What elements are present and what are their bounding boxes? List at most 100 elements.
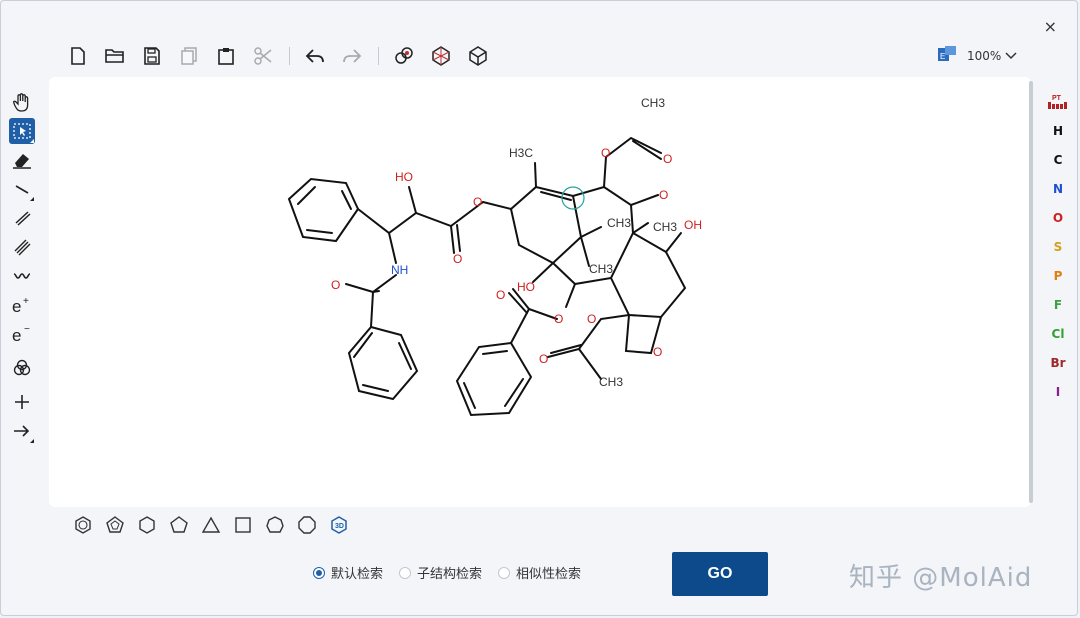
cyclopentane-icon[interactable] <box>167 513 191 537</box>
label-ch3-top: CH3 <box>641 96 665 110</box>
cycloheptane-icon[interactable] <box>263 513 287 537</box>
label-o-8: O <box>496 288 505 302</box>
search-option-default-label: 默认检索 <box>331 567 384 582</box>
label-oh: OH <box>684 218 702 232</box>
new-file-icon[interactable] <box>65 43 91 69</box>
open-folder-icon[interactable] <box>102 43 128 69</box>
left-toolbar: e + e − <box>9 89 39 447</box>
paste-icon[interactable] <box>213 43 239 69</box>
label-ch3-mid: CH3 <box>607 216 631 230</box>
element-f[interactable]: F <box>1045 290 1071 319</box>
svg-text:3D: 3D <box>335 523 344 530</box>
search-option-substructure-label: 子结构检索 <box>417 567 483 582</box>
label-o-4: O <box>601 146 610 160</box>
phenyl-ring-2 <box>347 325 419 401</box>
svg-text:e: e <box>12 297 21 315</box>
label-o-2: O <box>473 195 482 209</box>
phenyl-ring-3 <box>455 341 533 417</box>
top-toolbar <box>65 43 502 69</box>
chevron-down-icon <box>1005 49 1017 63</box>
svg-text:PT: PT <box>1052 95 1062 102</box>
search-option-similarity-label: 相似性检索 <box>516 567 582 582</box>
svg-text:+: + <box>23 296 29 307</box>
add-icon[interactable] <box>9 389 35 415</box>
label-h3c: H3C <box>509 146 533 160</box>
redo-icon[interactable] <box>339 43 365 69</box>
svg-text:−: − <box>24 324 30 335</box>
svg-text:E: E <box>940 52 945 61</box>
charge-plus-icon[interactable]: e + <box>9 292 35 318</box>
canvas-scrollbar[interactable] <box>1029 81 1033 503</box>
element-i[interactable]: I <box>1045 377 1071 406</box>
svg-text:e: e <box>12 326 21 344</box>
copy-icon[interactable] <box>176 43 202 69</box>
label-nh: NH <box>391 263 408 277</box>
cyclopentadiene-icon[interactable] <box>103 513 127 537</box>
single-bond-icon[interactable] <box>9 176 35 202</box>
cyclooctane-icon[interactable] <box>295 513 319 537</box>
wavy-bond-icon[interactable] <box>9 263 35 289</box>
element-c[interactable]: C <box>1045 145 1071 174</box>
label-o-5: O <box>663 152 672 166</box>
element-p[interactable]: P <box>1045 261 1071 290</box>
go-button[interactable]: GO <box>672 552 768 596</box>
close-button[interactable]: × <box>1044 19 1057 35</box>
watermark: 知乎 @MolAid <box>849 563 1033 593</box>
label-o-3: O <box>331 278 340 292</box>
element-s[interactable]: S <box>1045 232 1071 261</box>
zoom-dropdown[interactable]: 100% <box>967 49 1017 63</box>
element-periodic-table[interactable]: PT <box>1045 87 1071 116</box>
search-option-default[interactable]: 默认检索 <box>313 563 383 582</box>
3d-view-icon[interactable] <box>428 43 454 69</box>
double-bond-icon[interactable] <box>9 205 35 231</box>
hand-pan-icon[interactable] <box>9 89 35 115</box>
radio-substructure[interactable] <box>399 566 412 579</box>
zoom-control: E 100% <box>937 45 1017 66</box>
cyclopropane-icon[interactable] <box>199 513 223 537</box>
search-option-substructure[interactable]: 子结构检索 <box>399 563 482 582</box>
label-ch3-right: CH3 <box>653 220 677 234</box>
undo-icon[interactable] <box>302 43 328 69</box>
label-o-6: O <box>659 188 668 202</box>
eraser-icon[interactable] <box>9 147 35 173</box>
element-br[interactable]: Br <box>1045 348 1071 377</box>
label-ho-ring: HO <box>517 280 535 294</box>
label-o-9: O <box>587 312 596 326</box>
rings-icon[interactable] <box>9 355 35 381</box>
label-ch3-mid2: CH3 <box>589 262 613 276</box>
drawing-canvas[interactable]: CH3 H3C CH3 CH3 CH3 CH3 HO HO OH NH O O … <box>49 77 1031 507</box>
ring-templates: 3D <box>71 513 359 537</box>
label-ch3-bottom: CH3 <box>599 375 623 389</box>
arrow-icon[interactable] <box>9 418 35 444</box>
radio-similarity[interactable] <box>498 566 511 579</box>
element-h[interactable]: H <box>1045 116 1071 145</box>
triple-bond-icon[interactable] <box>9 234 35 260</box>
charge-minus-icon[interactable]: e − <box>9 321 35 347</box>
fit-view-icon[interactable]: E <box>937 45 957 66</box>
label-ho-top: HO <box>395 170 413 184</box>
benzene-ring-icon[interactable] <box>71 513 95 537</box>
search-option-similarity[interactable]: 相似性检索 <box>498 563 581 582</box>
clean-structure-icon[interactable] <box>391 43 417 69</box>
save-icon[interactable] <box>139 43 165 69</box>
element-cl[interactable]: Cl <box>1045 319 1071 348</box>
cyclobutane-icon[interactable] <box>231 513 255 537</box>
label-o-10: O <box>539 352 548 366</box>
radio-default[interactable] <box>313 566 325 579</box>
element-palette: PT H C N O S P F Cl Br I <box>1045 87 1071 406</box>
label-o-1: O <box>453 252 462 266</box>
toolbar-divider <box>289 47 290 65</box>
editor-window: × E 100% e + e − CH3 H3C CH3 CH3 CH3 CH3… <box>0 0 1078 616</box>
element-o[interactable]: O <box>1045 203 1071 232</box>
molecule-drawing: CH3 H3C CH3 CH3 CH3 CH3 HO HO OH NH O O … <box>287 96 702 417</box>
label-o-7: O <box>554 312 563 326</box>
template-library-icon[interactable]: 3D <box>327 513 351 537</box>
zoom-value: 100% <box>967 48 1002 63</box>
select-icon[interactable] <box>9 118 35 144</box>
label-o-11: O <box>653 345 662 359</box>
element-n[interactable]: N <box>1045 174 1071 203</box>
cyclohexane-icon[interactable] <box>135 513 159 537</box>
3d-rotate-icon[interactable] <box>465 43 491 69</box>
cut-icon[interactable] <box>250 43 276 69</box>
search-type-options: 默认检索 子结构检索 相似性检索 <box>313 563 597 582</box>
